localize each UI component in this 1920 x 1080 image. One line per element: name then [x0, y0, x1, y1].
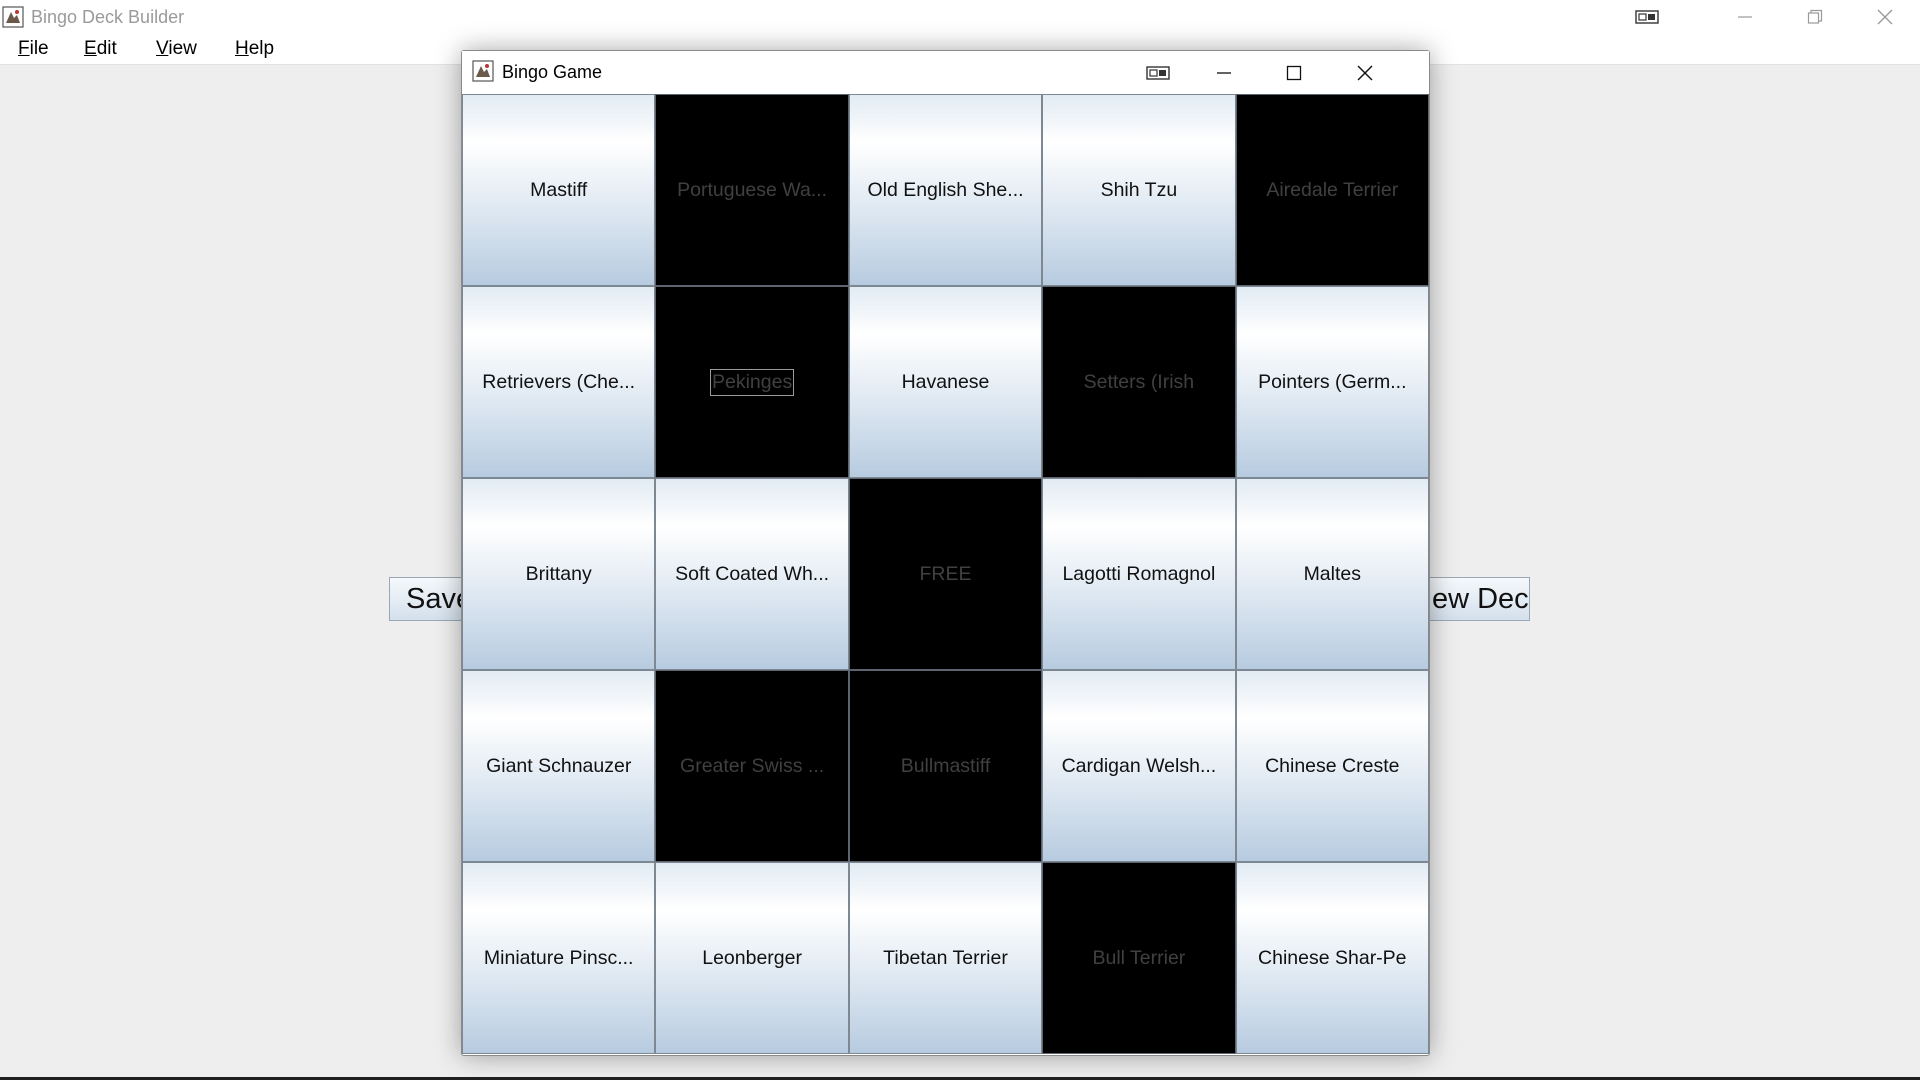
bingo-cell[interactable]: Soft Coated Wh...	[655, 478, 849, 670]
bingo-cell-label: Airedale Terrier	[1266, 178, 1399, 201]
bingo-cell-label: Portuguese Wa...	[677, 178, 828, 201]
maximize-icon	[1286, 65, 1302, 80]
bingo-cell-label: Retrievers (Che...	[482, 370, 636, 393]
bingo-cell-label: Tibetan Terrier	[883, 946, 1008, 969]
bingo-cell[interactable]: Mastiff	[462, 94, 656, 286]
bingo-cell-label: Setters (Irish	[1083, 370, 1195, 393]
bingo-cell[interactable]: Old English She...	[848, 94, 1043, 286]
bingo-cell-label: Bullmastiff	[900, 754, 991, 777]
bingo-cell[interactable]: Pekinges	[655, 286, 849, 478]
main-title-bar[interactable]: Bingo Deck Builder	[0, 0, 1920, 34]
bingo-game-window: Bingo Game Mastiff Portuguese Wa... Old …	[461, 50, 1430, 1056]
menu-help-label: elp	[248, 38, 275, 59]
save-button-label: Save	[406, 583, 469, 615]
bingo-cell-label: Chinese Shar-Pe	[1258, 946, 1407, 969]
bingo-cell[interactable]: FREE	[848, 478, 1043, 670]
snap-icon	[1635, 10, 1659, 24]
bingo-cell[interactable]: Tibetan Terrier	[848, 862, 1043, 1054]
menu-help[interactable]: Help	[235, 38, 274, 60]
bingo-cell-label: Miniature Pinsc...	[483, 946, 634, 969]
bingo-snap-layout-button[interactable]	[1143, 51, 1173, 94]
bingo-cell[interactable]: Greater Swiss ...	[655, 670, 849, 862]
bingo-title-bar[interactable]: Bingo Game	[462, 51, 1429, 94]
main-window-title: Bingo Deck Builder	[31, 7, 185, 27]
bingo-cell-label: Leonberger	[702, 946, 802, 969]
menu-file-mnemonic: F	[18, 38, 30, 59]
close-button[interactable]	[1870, 0, 1900, 34]
bingo-cell[interactable]: Maltes	[1235, 478, 1429, 670]
minimize-button[interactable]	[1730, 0, 1760, 34]
bingo-cell[interactable]: Setters (Irish	[1042, 286, 1236, 478]
bingo-cell[interactable]: Bullmastiff	[848, 670, 1043, 862]
bingo-cell[interactable]: Bull Terrier	[1042, 862, 1236, 1054]
close-icon	[1357, 65, 1373, 80]
menu-view[interactable]: View	[156, 38, 197, 60]
java-app-icon	[472, 60, 494, 82]
bingo-maximize-button[interactable]	[1279, 51, 1309, 94]
bingo-cell[interactable]: Leonberger	[655, 862, 849, 1054]
menu-file[interactable]: File	[18, 38, 49, 60]
java-app-icon	[2, 6, 24, 28]
bingo-cell-label: Mastiff	[530, 178, 588, 201]
bingo-cell[interactable]: Pointers (Germ...	[1235, 286, 1429, 478]
bingo-cell-label: Greater Swiss ...	[680, 754, 825, 777]
menu-edit-label: dit	[96, 38, 117, 59]
menu-edit-mnemonic: E	[84, 38, 97, 59]
bingo-board: Mastiff Portuguese Wa... Old English She..…	[462, 94, 1429, 1054]
bingo-cell[interactable]: Shih Tzu	[1042, 94, 1236, 286]
bingo-cell[interactable]: Cardigan Welsh...	[1042, 670, 1236, 862]
bingo-cell-label: Lagotti Romagnol	[1062, 562, 1216, 585]
bingo-cell[interactable]: Chinese Shar-Pe	[1235, 862, 1429, 1054]
save-button[interactable]: Save	[389, 577, 469, 621]
minimize-icon	[1217, 71, 1231, 74]
bingo-cell-label: Chinese Creste	[1265, 754, 1400, 777]
menu-help-mnemonic: H	[235, 38, 249, 59]
bingo-close-button[interactable]	[1350, 51, 1380, 94]
bingo-cell-label: Bull Terrier	[1092, 946, 1186, 969]
bingo-window-title: Bingo Game	[502, 62, 603, 82]
menu-file-label: ile	[29, 38, 49, 59]
bingo-cell[interactable]: Retrievers (Che...	[462, 286, 656, 478]
bingo-cell-label: Shih Tzu	[1100, 178, 1178, 201]
bingo-cell-label: Soft Coated Wh...	[675, 562, 830, 585]
menu-view-mnemonic: V	[156, 38, 169, 59]
bingo-cell-label: Havanese	[901, 370, 990, 393]
bingo-cell[interactable]: Havanese	[848, 286, 1043, 478]
bingo-cell[interactable]: Chinese Creste	[1235, 670, 1429, 862]
close-icon	[1877, 9, 1893, 25]
bingo-cell[interactable]: Airedale Terrier	[1235, 94, 1429, 286]
restore-button[interactable]	[1800, 0, 1830, 34]
bingo-cell[interactable]: Miniature Pinsc...	[462, 862, 656, 1054]
restore-icon	[1807, 9, 1823, 24]
bingo-cell[interactable]: Lagotti Romagnol	[1042, 478, 1236, 670]
menu-view-label: iew	[168, 38, 197, 59]
bingo-cell-label: Giant Schnauzer	[486, 754, 632, 777]
minimize-icon	[1738, 16, 1752, 18]
bingo-cell-label: Maltes	[1303, 562, 1361, 585]
bingo-cell-label: Old English She...	[867, 178, 1024, 201]
menu-edit[interactable]: Edit	[84, 38, 117, 60]
snap-icon	[1146, 65, 1170, 80]
bingo-cell[interactable]: Portuguese Wa...	[655, 94, 849, 286]
bingo-cell-label: Brittany	[525, 562, 592, 585]
bingo-cell-label: Pekinges	[709, 368, 795, 396]
bingo-cell[interactable]: Brittany	[462, 478, 656, 670]
bingo-cell-label: Cardigan Welsh...	[1061, 754, 1217, 777]
bingo-cell-label: Pointers (Germ...	[1258, 370, 1407, 393]
bingo-minimize-button[interactable]	[1209, 51, 1239, 94]
bingo-cell[interactable]: Giant Schnauzer	[462, 670, 656, 862]
snap-layout-button[interactable]	[1632, 0, 1662, 34]
bingo-cell-label: FREE	[919, 562, 972, 585]
